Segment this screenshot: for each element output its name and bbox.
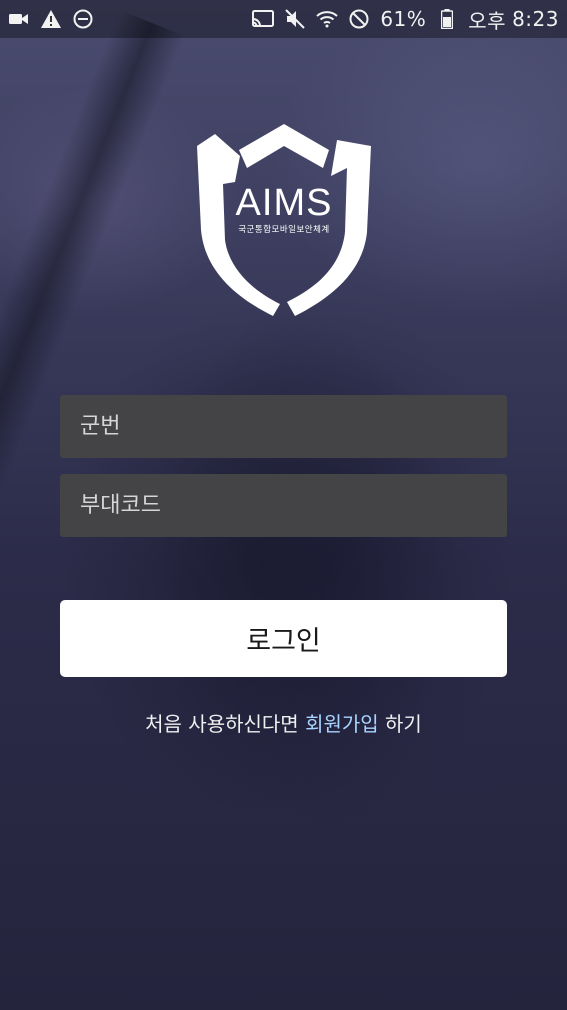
battery-percentage: 61%: [380, 7, 427, 31]
warning-icon: [40, 8, 62, 30]
signup-prefix: 처음 사용하신다면: [145, 712, 306, 736]
do-not-disturb-icon: [72, 8, 94, 30]
cast-icon: [252, 8, 275, 30]
block-icon: [348, 8, 370, 30]
signup-link[interactable]: 회원가입: [305, 712, 379, 736]
service-number-input[interactable]: [78, 413, 489, 440]
unit-code-field[interactable]: [60, 474, 507, 537]
battery-icon: [436, 8, 458, 30]
login-screen: 61% 오후 8:23 AIMS 국군통합모바일보안체계 로그인 처음 사용하신…: [0, 0, 567, 1010]
login-button[interactable]: 로그인: [60, 600, 507, 677]
background-shadow: [60, 300, 460, 820]
mute-icon: [284, 8, 306, 30]
aims-logo: AIMS 국군통합모바일보안체계: [195, 120, 373, 316]
service-number-field[interactable]: [60, 395, 507, 458]
video-camera-icon: [8, 8, 30, 30]
time-ampm: 오후: [468, 8, 507, 33]
clock: 8:23: [512, 7, 559, 31]
wifi-icon: [316, 8, 338, 30]
signup-prompt: 처음 사용하신다면 회원가입 하기: [0, 708, 567, 737]
unit-code-input[interactable]: [78, 492, 489, 519]
status-bar: 61% 오후 8:23: [0, 0, 567, 38]
logo-subtitle: 국군통합모바일보안체계: [238, 225, 330, 235]
logo-title: AIMS: [235, 182, 333, 224]
signup-suffix: 하기: [378, 712, 422, 736]
